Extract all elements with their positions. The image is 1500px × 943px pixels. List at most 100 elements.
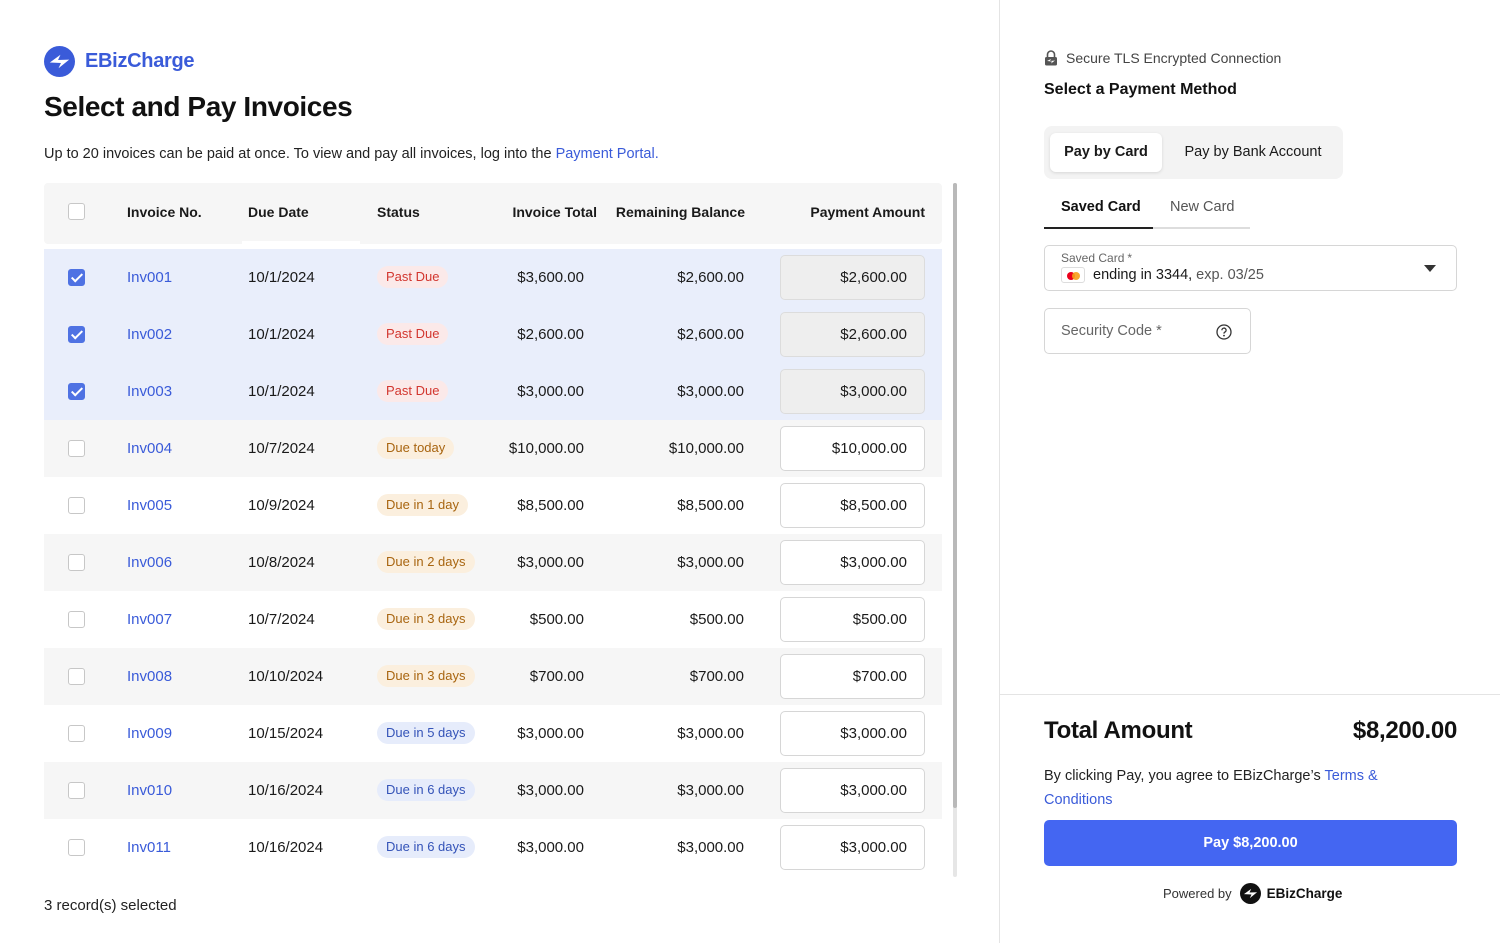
- header-invoice-no[interactable]: Invoice No.: [127, 204, 202, 220]
- card-tabs: Saved Card New Card: [1044, 196, 1250, 229]
- remaining-balance: $3,000.00: [677, 554, 744, 571]
- secure-text: Secure TLS Encrypted Connection: [1066, 50, 1282, 66]
- due-date: 10/15/2024: [248, 725, 324, 742]
- table-row[interactable]: Inv008 10/10/2024 Due in 3 days $700.00 $700…: [44, 648, 942, 705]
- invoice-link[interactable]: Inv006: [127, 554, 172, 571]
- table-row[interactable]: Inv002 10/1/2024 Past Due $2,600.00 $2,600.0…: [44, 306, 942, 363]
- row-checkbox[interactable]: [68, 782, 85, 799]
- row-checkbox[interactable]: [68, 668, 85, 685]
- invoice-link[interactable]: Inv001: [127, 269, 172, 286]
- row-checkbox[interactable]: [68, 383, 85, 400]
- payment-amount-input[interactable]: $3,000.00: [780, 540, 925, 585]
- invoice-link[interactable]: Inv002: [127, 326, 172, 343]
- invoice-table: Invoice No. Due Date Status Invoice Tota…: [44, 183, 942, 877]
- records-selected-text: 3 record(s) selected: [44, 897, 177, 914]
- invoice-link[interactable]: Inv008: [127, 668, 172, 685]
- invoice-total: $500.00: [529, 611, 584, 628]
- ebizcharge-logo-icon: [44, 46, 75, 77]
- table-row[interactable]: Inv007 10/7/2024 Due in 3 days $500.00 $500.…: [44, 591, 942, 648]
- saved-card-tab[interactable]: Saved Card: [1061, 199, 1141, 215]
- select-all-checkbox[interactable]: [68, 203, 85, 220]
- invoice-total: $3,000.00: [517, 383, 584, 400]
- remaining-balance: $3,000.00: [677, 782, 744, 799]
- remaining-balance: $10,000.00: [668, 440, 744, 457]
- due-date: 10/7/2024: [248, 440, 315, 457]
- payment-amount-input[interactable]: $2,600.00: [780, 255, 925, 300]
- row-checkbox[interactable]: [68, 440, 85, 457]
- table-row[interactable]: Inv004 10/7/2024 Due today $10,000.00 $10,00…: [44, 420, 942, 477]
- status-badge: Due in 1 day: [377, 494, 468, 516]
- remaining-balance: $3,000.00: [677, 383, 744, 400]
- invoice-link[interactable]: Inv009: [127, 725, 172, 742]
- new-card-tab[interactable]: New Card: [1170, 199, 1234, 215]
- invoice-total: $8,500.00: [517, 497, 584, 514]
- payment-amount-input[interactable]: $10,000.00: [780, 426, 925, 471]
- remaining-balance: $700.00: [689, 668, 744, 685]
- brand: EBizCharge: [44, 46, 195, 77]
- agree-text: By clicking Pay, you agree to EBizCharge…: [1044, 768, 1321, 784]
- header-due-date[interactable]: Due Date: [248, 204, 309, 220]
- invoice-link[interactable]: Inv005: [127, 497, 172, 514]
- invoice-link[interactable]: Inv004: [127, 440, 172, 457]
- security-code-field[interactable]: Security Code *: [1044, 308, 1251, 354]
- status-badge: Past Due: [377, 380, 449, 402]
- table-scrollbar[interactable]: [953, 183, 957, 877]
- help-icon[interactable]: [1216, 324, 1232, 340]
- status-badge: Past Due: [377, 266, 449, 288]
- header-remaining-balance[interactable]: Remaining Balance: [616, 204, 745, 220]
- status-badge: Due in 3 days: [377, 608, 475, 630]
- status-badge: Past Due: [377, 323, 449, 345]
- row-checkbox[interactable]: [68, 269, 85, 286]
- invoice-link[interactable]: Inv011: [127, 839, 171, 856]
- table-row[interactable]: Inv001 10/1/2024 Past Due $3,600.00 $2,600.0…: [44, 249, 942, 306]
- pay-by-bank-account-tab[interactable]: Pay by Bank Account: [1174, 133, 1332, 172]
- secure-connection: Secure TLS Encrypted Connection: [1044, 50, 1281, 66]
- invoice-total: $3,000.00: [517, 554, 584, 571]
- powered-by-text: Powered by: [1163, 886, 1232, 901]
- payment-amount-input[interactable]: $3,000.00: [780, 768, 925, 813]
- invoice-link[interactable]: Inv007: [127, 611, 172, 628]
- header-payment-amount[interactable]: Payment Amount: [810, 204, 925, 220]
- pay-button[interactable]: Pay $8,200.00: [1044, 820, 1457, 866]
- remaining-balance: $3,000.00: [677, 725, 744, 742]
- payment-portal-link[interactable]: Payment Portal.: [556, 146, 659, 162]
- invoice-total: $3,600.00: [517, 269, 584, 286]
- table-row[interactable]: Inv003 10/1/2024 Past Due $3,000.00 $3,000.0…: [44, 363, 942, 420]
- saved-card-value: ending in 3344, exp. 03/25: [1061, 267, 1264, 283]
- row-checkbox[interactable]: [68, 611, 85, 628]
- payment-amount-input[interactable]: $3,000.00: [780, 711, 925, 756]
- payment-amount-input[interactable]: $500.00: [780, 597, 925, 642]
- payment-amount-input[interactable]: $3,000.00: [780, 825, 925, 870]
- due-date: 10/10/2024: [248, 668, 324, 685]
- payment-amount-input[interactable]: $3,000.00: [780, 369, 925, 414]
- row-checkbox[interactable]: [68, 725, 85, 742]
- terms-agreement: By clicking Pay, you agree to EBizCharge…: [1044, 764, 1424, 812]
- chevron-down-icon[interactable]: [1424, 265, 1436, 272]
- remaining-balance: $2,600.00: [677, 269, 744, 286]
- payment-amount-input[interactable]: $8,500.00: [780, 483, 925, 528]
- row-checkbox[interactable]: [68, 497, 85, 514]
- table-row[interactable]: Inv006 10/8/2024 Due in 2 days $3,000.00 $3,…: [44, 534, 942, 591]
- invoice-link[interactable]: Inv010: [127, 782, 172, 799]
- payment-amount-input[interactable]: $700.00: [780, 654, 925, 699]
- invoice-link[interactable]: Inv003: [127, 383, 172, 400]
- scrollbar-thumb[interactable]: [953, 183, 957, 808]
- due-date: 10/1/2024: [248, 269, 315, 286]
- due-date: 10/9/2024: [248, 497, 315, 514]
- saved-card-select[interactable]: Saved Card * ending in 3344, exp. 03/25: [1044, 245, 1457, 291]
- mastercard-icon: [1061, 267, 1085, 283]
- row-checkbox[interactable]: [68, 839, 85, 856]
- header-invoice-total[interactable]: Invoice Total: [512, 204, 597, 220]
- brand-name: EBizCharge: [85, 50, 195, 72]
- status-badge: Due in 6 days: [377, 779, 475, 801]
- table-row[interactable]: Inv010 10/16/2024 Due in 6 days $3,000.00 $3…: [44, 762, 942, 819]
- table-row[interactable]: Inv005 10/9/2024 Due in 1 day $8,500.00 $8,5…: [44, 477, 942, 534]
- row-checkbox[interactable]: [68, 326, 85, 343]
- row-checkbox[interactable]: [68, 554, 85, 571]
- table-row[interactable]: Inv011 10/16/2024 Due in 6 days $3,000.00 $3…: [44, 819, 942, 876]
- pay-by-card-tab[interactable]: Pay by Card: [1050, 133, 1162, 172]
- due-date: 10/7/2024: [248, 611, 315, 628]
- payment-amount-input[interactable]: $2,600.00: [780, 312, 925, 357]
- table-row[interactable]: Inv009 10/15/2024 Due in 5 days $3,000.00 $3…: [44, 705, 942, 762]
- header-status[interactable]: Status: [377, 204, 420, 220]
